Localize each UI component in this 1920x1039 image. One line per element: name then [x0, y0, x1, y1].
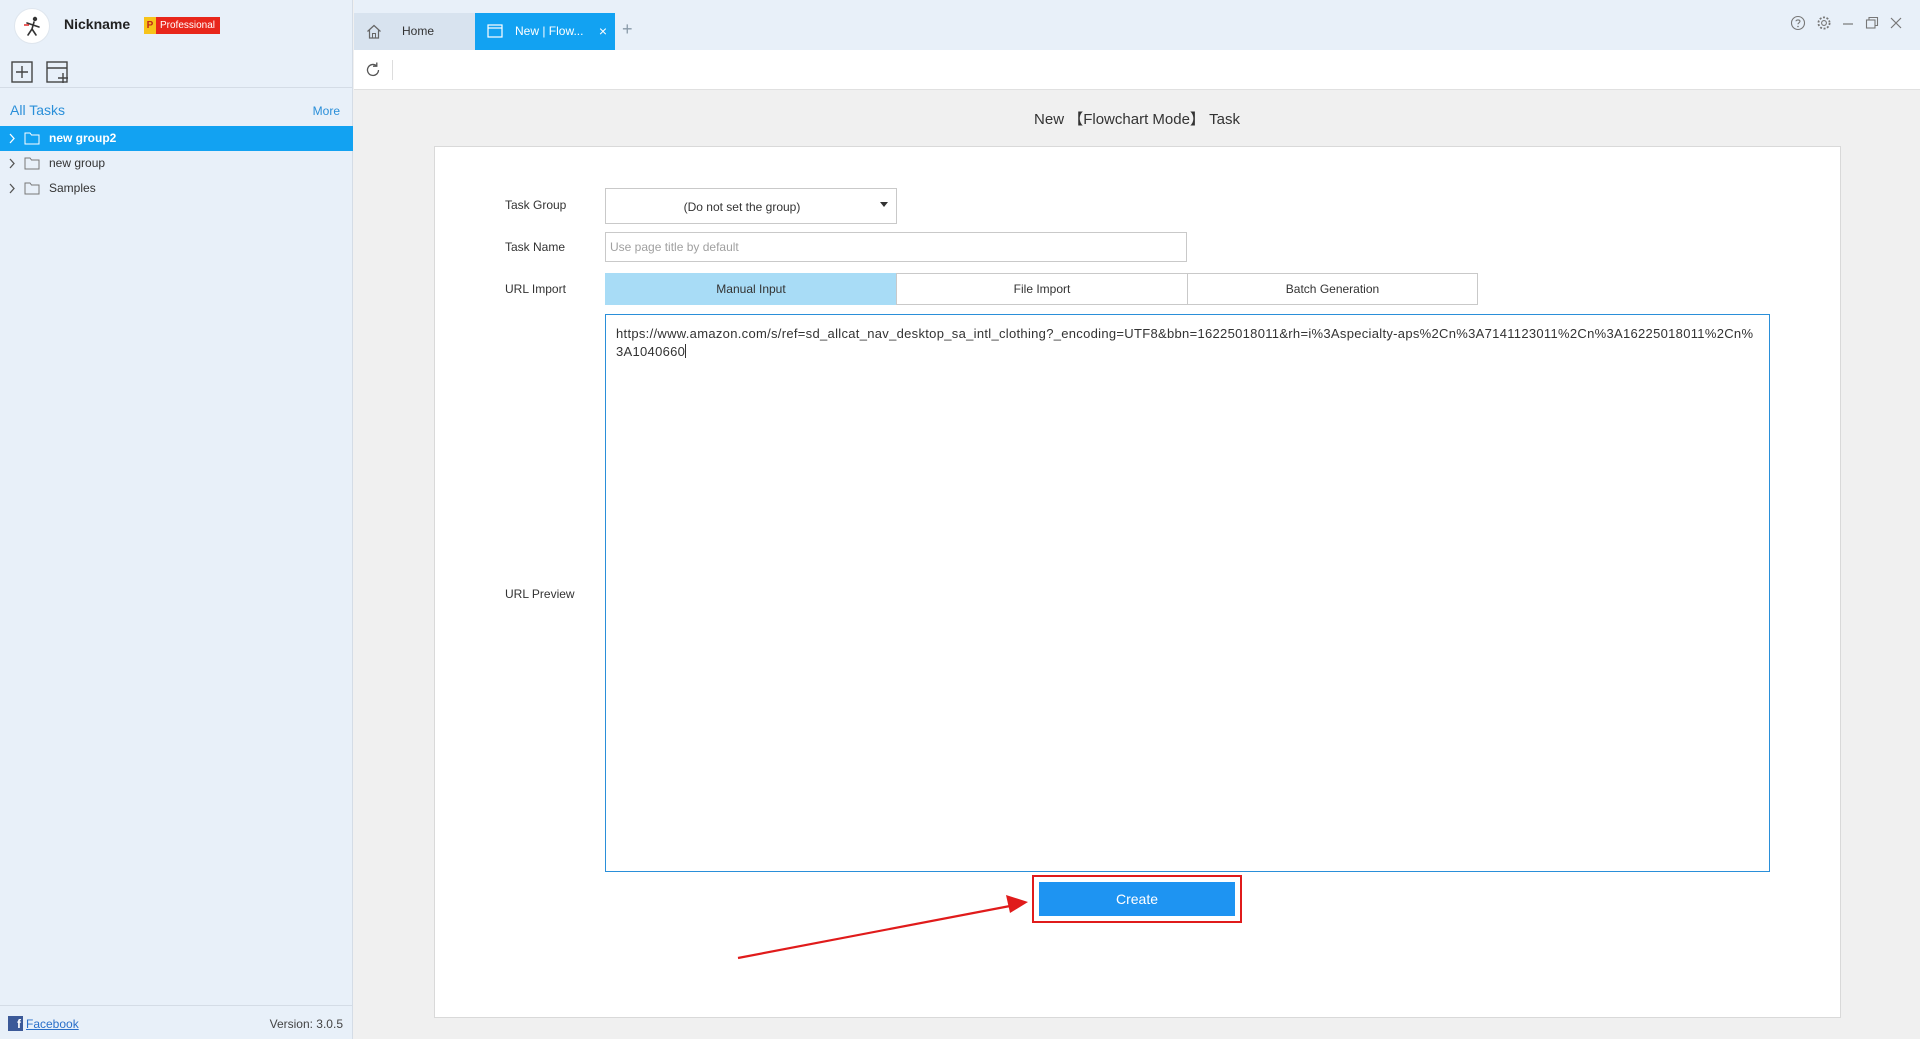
tab-label: New | Flow... — [515, 24, 584, 38]
add-box-icon — [11, 61, 33, 83]
url-text: https://www.amazon.com/s/ref=sd_allcat_n… — [616, 326, 1754, 359]
restore-icon[interactable] — [1864, 15, 1880, 31]
tasks-header: All Tasks More — [0, 100, 353, 122]
all-tasks-link[interactable]: All Tasks — [10, 102, 65, 118]
new-task-form: Task Group (Do not set the group) Task N… — [434, 146, 1841, 1018]
folder-icon — [24, 132, 40, 145]
url-preview-label: URL Preview — [505, 587, 575, 601]
new-task-button[interactable] — [10, 60, 34, 84]
create-button[interactable]: Create — [1039, 882, 1235, 916]
refresh-icon[interactable] — [364, 61, 382, 79]
task-group-label: Task Group — [505, 198, 567, 212]
chevron-right-icon[interactable] — [8, 158, 16, 169]
batch-generation-tab[interactable]: Batch Generation — [1187, 273, 1478, 305]
add-folder-icon — [46, 61, 68, 83]
minimize-icon[interactable] — [1840, 15, 1856, 31]
facebook-icon[interactable]: f — [8, 1016, 23, 1031]
tab-label: Home — [402, 24, 435, 38]
dropdown-caret-icon — [880, 202, 888, 207]
sidebar: Nickname P Professional All Tasks More ne… — [0, 0, 353, 1039]
new-group-button[interactable] — [45, 60, 69, 84]
folder-icon — [24, 157, 40, 170]
task-group-select[interactable]: (Do not set the group) — [605, 188, 897, 224]
task-name-label: Task Name — [505, 240, 566, 254]
url-textarea[interactable]: https://www.amazon.com/s/ref=sd_allcat_n… — [605, 314, 1770, 872]
folder-icon — [24, 182, 40, 195]
home-icon — [367, 24, 381, 39]
file-import-tab[interactable]: File Import — [896, 273, 1188, 305]
create-button-highlight: Create — [1032, 875, 1242, 923]
tab-home[interactable]: Home — [354, 13, 475, 50]
add-tab-icon[interactable]: + — [622, 19, 633, 39]
chevron-right-icon[interactable] — [8, 133, 16, 144]
close-icon[interactable]: × — [599, 23, 607, 39]
user-nickname: Nickname — [64, 16, 131, 32]
brand-header: Nickname P Professional — [0, 0, 353, 50]
badge-letter: P — [144, 17, 156, 34]
version-text: Version: 3.0.5 — [269, 1017, 343, 1031]
tab-bar: Home New | Flow... × + — [354, 0, 1920, 50]
url-import-options: Manual Input File Import Batch Generatio… — [605, 273, 1478, 305]
close-window-icon[interactable] — [1888, 15, 1904, 31]
professional-badge: P Professional — [144, 17, 221, 34]
tree-item-samples[interactable]: Samples — [0, 176, 353, 201]
task-group-tree: new group2 new group Samples — [0, 126, 353, 201]
chevron-right-icon[interactable] — [8, 183, 16, 194]
facebook-link[interactable]: Facebook — [26, 1017, 79, 1031]
task-group-value: (Do not set the group) — [683, 200, 801, 214]
tree-item-label: new group — [49, 156, 106, 170]
tree-item-new-group[interactable]: new group — [0, 151, 353, 176]
more-link[interactable]: More — [313, 104, 340, 118]
main-content: New 【Flowchart Mode】 Task Task Group (Do… — [354, 90, 1920, 1039]
tree-item-label: new group2 — [49, 131, 117, 145]
address-bar — [354, 50, 1920, 90]
text-cursor — [685, 344, 687, 358]
url-import-label: URL Import — [505, 282, 566, 296]
app-logo — [14, 8, 50, 44]
sidebar-footer: f Facebook Version: 3.0.5 — [0, 1005, 353, 1039]
settings-gear-icon[interactable] — [1816, 15, 1832, 31]
tree-item-new-group2[interactable]: new group2 — [0, 126, 353, 151]
tree-item-label: Samples — [49, 181, 96, 195]
task-name-input[interactable] — [605, 232, 1187, 262]
window-icon — [487, 24, 503, 38]
address-separator — [392, 60, 393, 80]
page-title: New 【Flowchart Mode】 Task — [1034, 111, 1240, 128]
manual-input-tab[interactable]: Manual Input — [605, 273, 897, 305]
sidebar-toolbar — [0, 56, 353, 88]
badge-label: Professional — [160, 20, 216, 31]
tab-new-flowchart-task[interactable]: New | Flow... × — [475, 13, 615, 50]
help-icon[interactable] — [1790, 15, 1806, 31]
